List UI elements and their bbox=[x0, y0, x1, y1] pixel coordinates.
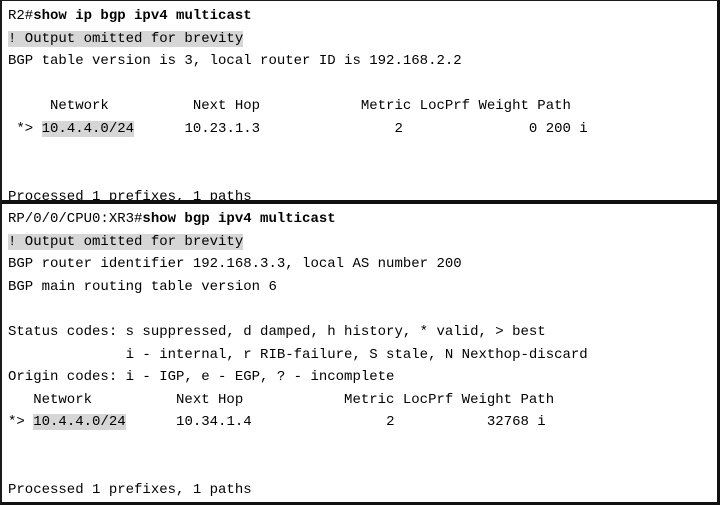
route-network-prefix: 10.4.4.0/24 bbox=[33, 414, 126, 431]
route-attributes: 10.23.1.3 2 0 200 i bbox=[134, 120, 588, 137]
status-codes-line: Status codes: s suppressed, d damped, h … bbox=[8, 323, 546, 340]
command-line: R2#show ip bgp ipv4 multicast bbox=[8, 5, 717, 28]
route-status-code: *> bbox=[8, 120, 42, 137]
output-omitted-note: ! Output omitted for brevity bbox=[8, 28, 717, 51]
prompt-xr3: RP/0/0/CPU0:XR3# bbox=[8, 211, 143, 227]
command-text: show ip bgp ipv4 multicast bbox=[33, 8, 252, 24]
console-panel-r2: R2#show ip bgp ipv4 multicast ! Output o… bbox=[2, 1, 717, 200]
route-network-prefix: 10.4.4.0/24 bbox=[41, 120, 135, 137]
route-attributes: 10.34.1.4 2 32768 i bbox=[125, 414, 546, 431]
console-panel-xr3: RP/0/0/CPU0:XR3#show bgp ipv4 multicast … bbox=[2, 204, 717, 502]
bgp-main-table-version-line: BGP main routing table version 6 bbox=[8, 278, 277, 295]
highlighted-comment: ! Output omitted for brevity bbox=[8, 233, 244, 250]
route-status-code: *> bbox=[8, 414, 34, 431]
highlighted-comment: ! Output omitted for brevity bbox=[8, 30, 244, 47]
table-row: *> 10.4.4.0/24 10.23.1.3 2 0 200 i bbox=[8, 118, 717, 141]
prompt-r2: R2# bbox=[8, 8, 34, 24]
bgp-router-identifier-line: BGP router identifier 192.168.3.3, local… bbox=[8, 256, 462, 273]
command-text: show bgp ipv4 multicast bbox=[142, 211, 336, 227]
terminal-output-figure: R2#show ip bgp ipv4 multicast ! Output o… bbox=[0, 0, 720, 505]
table-header-row: Network Next Hop Metric LocPrf Weight Pa… bbox=[8, 391, 555, 408]
status-codes-continued-line: i - internal, r RIB-failure, S stale, N … bbox=[8, 346, 588, 363]
table-header-row: Network Next Hop Metric LocPrf Weight Pa… bbox=[8, 98, 571, 115]
command-line: RP/0/0/CPU0:XR3#show bgp ipv4 multicast bbox=[8, 208, 717, 231]
output-omitted-note: ! Output omitted for brevity bbox=[8, 231, 717, 254]
table-row: *> 10.4.4.0/24 10.34.1.4 2 32768 i bbox=[8, 411, 717, 434]
origin-codes-line: Origin codes: i - IGP, e - EGP, ? - inco… bbox=[8, 369, 395, 386]
processed-summary-line: Processed 1 prefixes, 1 paths bbox=[8, 482, 252, 499]
processed-summary-line: Processed 1 prefixes, 1 paths bbox=[8, 188, 252, 200]
bgp-table-version-line: BGP table version is 3, local router ID … bbox=[8, 53, 462, 70]
